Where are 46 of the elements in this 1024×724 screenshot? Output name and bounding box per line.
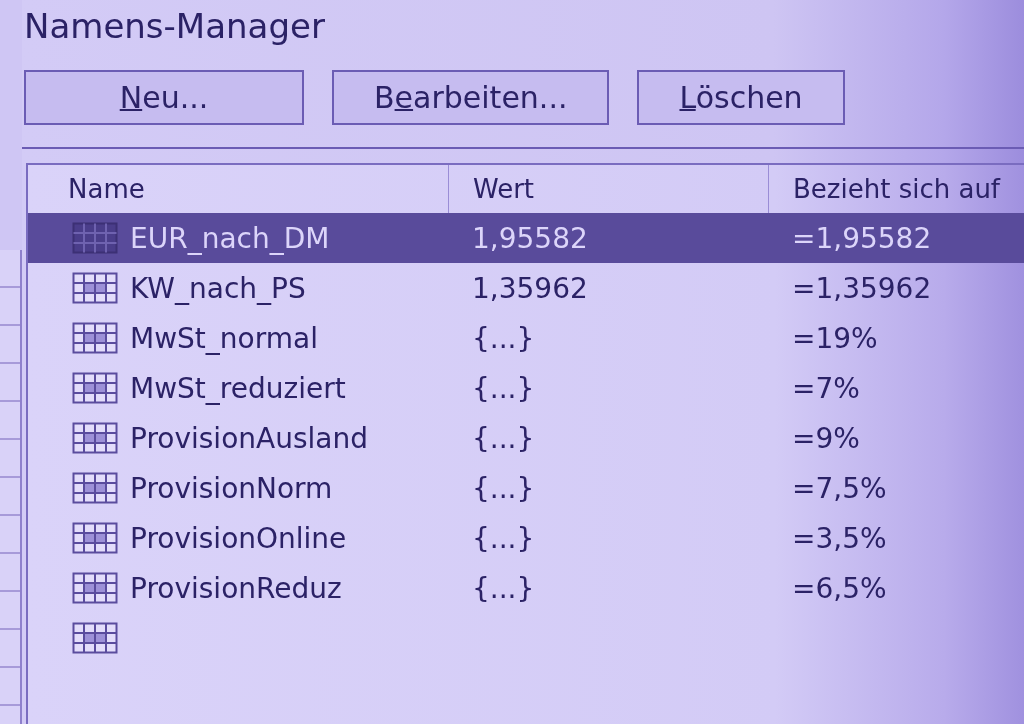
table-grid-icon: [72, 372, 118, 404]
name-text: MwSt_reduziert: [130, 371, 346, 405]
reference-text: =7,5%: [792, 471, 887, 505]
list-row[interactable]: MwSt_normal {...} =19%: [28, 313, 1024, 363]
table-grid-icon: [72, 472, 118, 504]
value-text: {...}: [472, 471, 535, 505]
value-text: {...}: [472, 421, 535, 455]
value-text: {...}: [472, 321, 535, 355]
reference-text: =1,35962: [792, 271, 932, 305]
table-grid-icon: [72, 422, 118, 454]
window-title: Namens-Manager: [23, 5, 325, 48]
name-text: MwSt_normal: [130, 321, 318, 355]
name-text: ProvisionReduz: [130, 571, 342, 605]
table-grid-icon: [72, 622, 118, 654]
table-grid-icon: [72, 272, 118, 304]
name-text: KW_nach_PS: [130, 271, 306, 305]
column-header[interactable]: Name: [28, 165, 448, 213]
name-text: ProvisionNorm: [130, 471, 333, 505]
delete-button[interactable]: Löschen: [637, 70, 845, 125]
list-row[interactable]: EUR_nach_DM 1,95582 =1,95582: [28, 213, 1024, 263]
list-row[interactable]: ProvisionOnline {...} =3,5%: [28, 513, 1024, 563]
name-text: ProvisionOnline: [130, 521, 347, 555]
reference-text: =3,5%: [792, 521, 887, 555]
reference-text: =7%: [792, 371, 860, 405]
table-grid-icon: [72, 522, 118, 554]
reference-text: =19%: [792, 321, 878, 355]
edit-button[interactable]: Bearbeiten...: [332, 70, 610, 125]
reference-text: =1,95582: [792, 221, 932, 255]
list-row[interactable]: MwSt_reduziert {...} =7%: [28, 363, 1024, 413]
name-text: EUR_nach_DM: [130, 221, 330, 255]
name-text: ProvisionAusland: [130, 421, 368, 455]
value-text: {...}: [472, 571, 535, 605]
reference-text: =6,5%: [792, 571, 887, 605]
new-button[interactable]: Neu...: [24, 70, 304, 125]
list-row[interactable]: ProvisionAusland {...} =9%: [28, 413, 1024, 463]
table-grid-icon: [72, 572, 118, 604]
list-row[interactable]: ProvisionNorm {...} =7,5%: [28, 463, 1024, 513]
value-text: 1,95582: [472, 221, 588, 255]
reference-text: =9%: [792, 421, 860, 455]
table-grid-icon: [72, 222, 118, 254]
list-row[interactable]: KW_nach_PS 1,35962 =1,35962: [28, 263, 1024, 313]
table-grid-icon: [72, 322, 118, 354]
value-text: {...}: [472, 371, 535, 405]
value-text: 1,35962: [472, 271, 588, 305]
value-text: {...}: [472, 521, 535, 555]
list-row[interactable]: ProvisionReduz {...} =6,5%: [28, 563, 1024, 613]
